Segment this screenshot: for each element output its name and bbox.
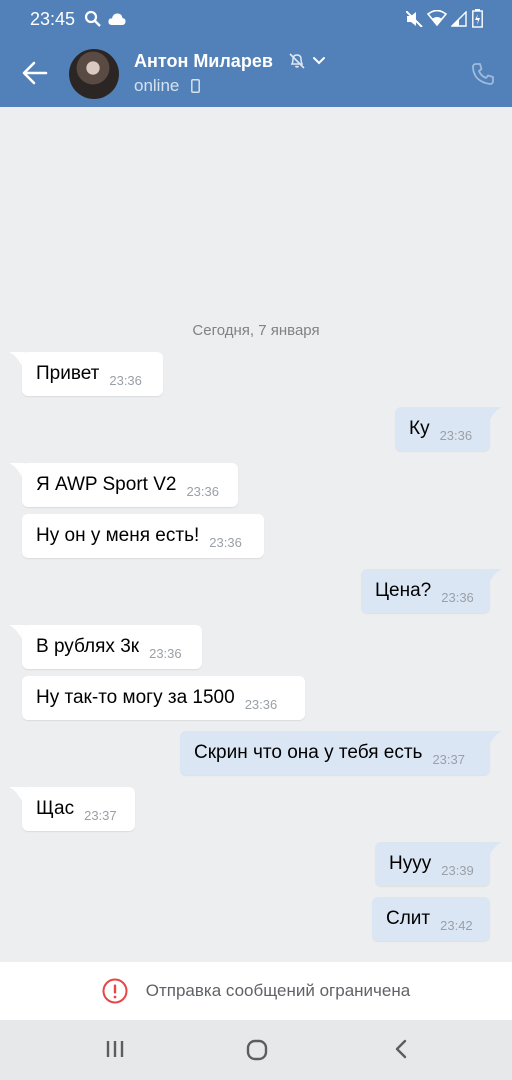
cloud-icon [108, 13, 126, 25]
message-text: Ну так-то могу за 1500 [36, 687, 235, 708]
message-text: Ну он у меня есть! [36, 525, 200, 546]
message-time: 23:36 [209, 534, 242, 550]
wifi-icon [427, 10, 447, 26]
messaging-restricted-banner: Отправка сообщений ограничена [0, 962, 512, 1020]
message-time: 23:39 [441, 862, 474, 878]
mobile-phone-icon [191, 79, 200, 93]
message-outgoing[interactable]: Нууу 23:39 [375, 842, 490, 886]
chevron-down-icon[interactable] [312, 56, 326, 66]
message-text: Цена? [375, 580, 432, 601]
message-time: 23:36 [186, 483, 219, 499]
message-incoming[interactable]: Ну он у меня есть! 23:36 [22, 514, 264, 558]
status-time: 23:45 [30, 9, 76, 29]
battery-icon [472, 9, 483, 28]
date-separator: Сегодня, 7 января [192, 322, 320, 339]
message-outgoing[interactable]: Цена? 23:36 [361, 569, 490, 613]
message-time: 23:37 [84, 807, 117, 823]
status-bar: 23:45 [0, 0, 512, 38]
message-text: Слит [386, 908, 431, 929]
message-time: 23:36 [109, 372, 142, 388]
search-icon [84, 10, 101, 27]
back-arrow-icon[interactable] [20, 58, 50, 88]
message-time: 23:36 [244, 696, 278, 712]
message-time: 23:36 [441, 589, 474, 605]
message-outgoing[interactable]: Ку 23:36 [395, 407, 490, 451]
contact-name[interactable]: Антон Миларев [134, 51, 273, 72]
presence-status: online [134, 76, 180, 95]
restriction-text: Отправка сообщений ограничена [145, 981, 411, 1000]
alert-icon [102, 978, 128, 1004]
muted-bell-icon [289, 53, 305, 69]
call-icon[interactable] [471, 62, 495, 86]
message-text: Я AWP Sport V2 [36, 474, 177, 495]
message-time: 23:42 [440, 917, 473, 933]
message-text: Нууу [389, 853, 432, 874]
back-nav-icon[interactable] [392, 1038, 410, 1060]
message-incoming[interactable]: Ну так-то могу за 1500 23:36 [22, 676, 305, 720]
avatar[interactable] [69, 49, 119, 99]
message-text: Привет [36, 363, 100, 384]
message-outgoing[interactable]: Скрин что она у тебя есть 23:37 [180, 731, 490, 775]
home-icon[interactable] [245, 1038, 269, 1062]
message-outgoing[interactable]: Слит 23:42 [372, 897, 490, 941]
message-text: Ку [409, 418, 430, 439]
signal-icon [451, 11, 467, 27]
message-incoming[interactable]: Привет 23:36 [22, 352, 163, 396]
message-text: Скрин что она у тебя есть [194, 742, 423, 763]
message-time: 23:36 [149, 645, 182, 661]
mute-icon [406, 11, 423, 27]
message-text: Щас [36, 798, 75, 819]
message-incoming[interactable]: Щас 23:37 [22, 787, 135, 831]
system-nav-bar [0, 1020, 512, 1080]
chat-header: Антон Миларев online [0, 38, 512, 107]
top-bar: 23:45 Антон Миларев online [0, 0, 512, 107]
recent-apps-icon[interactable] [104, 1038, 126, 1060]
message-time: 23:37 [432, 751, 465, 767]
message-text: В рублях 3к [36, 636, 140, 657]
message-incoming[interactable]: Я AWP Sport V2 23:36 [22, 463, 238, 507]
message-incoming[interactable]: В рублях 3к 23:36 [22, 625, 202, 669]
message-time: 23:36 [439, 427, 473, 443]
